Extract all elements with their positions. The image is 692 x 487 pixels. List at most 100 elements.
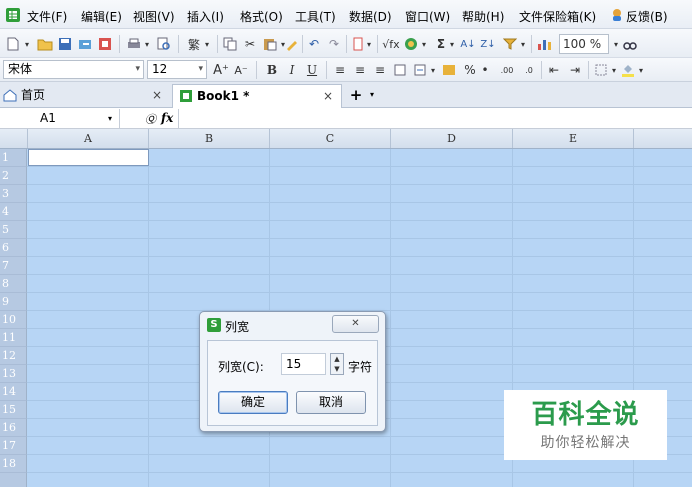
row-header[interactable]: 2 [0,167,27,185]
traditional-chinese-icon[interactable]: 繁 [186,35,202,53]
cut-icon[interactable]: ✂ [242,35,258,53]
row-header[interactable]: 1 [0,149,27,167]
menu-file-vault[interactable]: 文件保险箱(K) [519,8,596,25]
print-dropdown-icon[interactable]: ▾ [142,35,152,53]
menu-help[interactable]: 帮助(H) [462,8,504,25]
menu-file[interactable]: 文件(F) [27,8,67,25]
borders-dropdown-icon[interactable]: ▾ [609,61,619,79]
currency-dropdown-icon[interactable]: ▾ [419,35,429,53]
increase-indent-icon[interactable]: ⇥ [567,61,583,79]
dialog-close-button[interactable]: ✕ [332,315,379,333]
format-painter-icon[interactable] [284,35,300,53]
menu-feedback-icon[interactable] [610,8,624,22]
wrap-text-icon[interactable] [392,61,408,79]
row-header[interactable]: 8 [0,275,27,293]
chart-icon[interactable] [536,35,554,53]
italic-button[interactable]: I [284,61,300,79]
column-header-d[interactable]: D [391,129,513,148]
copy-icon[interactable] [222,35,238,53]
row-header[interactable]: 15 [0,401,27,419]
column-width-input[interactable]: 15 [281,353,326,375]
tab-home-close-icon[interactable]: × [152,84,162,106]
find-icon[interactable] [622,35,638,53]
select-all-corner[interactable] [0,129,28,148]
row-header[interactable]: 4 [0,203,27,221]
align-right-icon[interactable]: ≡ [372,61,388,79]
sort-descending-icon[interactable]: Z↓ [480,35,496,53]
fill-color-icon[interactable] [620,61,636,79]
row-header[interactable]: 7 [0,257,27,275]
menu-view[interactable]: 视图(V) [133,8,175,25]
formula-input[interactable] [178,109,692,128]
column-header-f[interactable] [634,129,692,148]
menu-tools[interactable]: 工具(T) [295,8,336,25]
open-folder-icon[interactable] [37,35,53,53]
new-file-icon[interactable] [6,35,20,53]
spinner-up-icon[interactable]: ▲ [331,354,343,364]
tab-book1-close-icon[interactable]: × [323,85,333,107]
menu-edit[interactable]: 编辑(E) [81,8,122,25]
align-center-icon[interactable]: ≡ [352,61,368,79]
spinner-down-icon[interactable]: ▼ [331,364,343,374]
new-dropdown-icon[interactable]: ▾ [22,35,32,53]
zoom-select[interactable]: 100 % [559,34,609,54]
row-header[interactable]: 9 [0,293,27,311]
row-header[interactable]: 10 [0,311,27,329]
menu-window[interactable]: 窗口(W) [405,8,450,25]
sort-ascending-icon[interactable]: A↓ [460,35,476,53]
decrease-indent-icon[interactable]: ⇤ [546,61,562,79]
paste-icon[interactable] [262,35,278,53]
menu-data[interactable]: 数据(D) [349,8,392,25]
menu-insert[interactable]: 插入(I) [187,8,224,25]
tab-book1[interactable]: Book1 * × [172,84,342,108]
font-size-select[interactable]: 12 ▾ [147,60,207,79]
bold-button[interactable]: B [264,61,280,79]
undo-icon[interactable]: ↶ [306,35,322,53]
row-header[interactable]: 5 [0,221,27,239]
zoom-dropdown-icon[interactable]: ▾ [611,35,621,53]
row-header[interactable]: 13 [0,365,27,383]
name-box[interactable]: A1 ▾ [0,109,120,128]
menu-feedback[interactable]: 反馈(B) [626,8,668,25]
cancel-button[interactable]: 取消 [296,391,366,414]
row-header[interactable]: 12 [0,347,27,365]
autosum-dropdown-icon[interactable]: ▾ [447,35,457,53]
new-tab-dropdown-icon[interactable]: ▾ [366,84,378,108]
font-size-dropdown-icon[interactable]: ▾ [198,61,203,78]
row-header[interactable]: 18 [0,455,27,473]
increase-font-icon[interactable]: A⁺ [213,61,229,79]
row-header[interactable]: 6 [0,239,27,257]
name-box-dropdown-icon[interactable]: ▾ [108,109,112,128]
row-header[interactable]: 3 [0,185,27,203]
column-width-spinner[interactable]: ▲ ▼ [330,353,344,375]
export-icon[interactable] [77,35,93,53]
zoom-formula-icon[interactable]: Ⓠ [145,111,156,127]
column-header-a[interactable]: A [28,129,149,148]
currency-format-icon[interactable] [441,61,457,79]
decrease-decimal-icon[interactable]: .0 [520,61,538,79]
pdf-icon[interactable] [97,35,113,53]
row-header[interactable]: 17 [0,437,27,455]
column-header-c[interactable]: C [270,129,391,148]
fill-color-dropdown-icon[interactable]: ▾ [636,61,646,79]
ok-button[interactable]: 确定 [218,391,288,414]
save-icon[interactable] [57,35,73,53]
row-header[interactable]: 14 [0,383,27,401]
menu-format[interactable]: 格式(O) [240,8,283,25]
fx-icon[interactable]: fx [161,111,173,125]
font-name-dropdown-icon[interactable]: ▾ [135,61,140,78]
filter-icon[interactable] [502,35,518,53]
thousands-separator-icon[interactable]: • [480,61,490,79]
increase-decimal-icon[interactable]: .00 [498,61,516,79]
insert-function-icon[interactable]: √fx [381,35,401,53]
currency-icon[interactable] [403,35,419,53]
underline-button[interactable]: U [304,61,320,79]
row-header[interactable]: 11 [0,329,27,347]
redo-icon[interactable]: ↷ [326,35,342,53]
merge-dropdown-icon[interactable]: ▾ [428,61,438,79]
new-tab-button[interactable]: + [346,84,366,108]
print-icon[interactable] [126,35,142,53]
column-header-e[interactable]: E [513,129,634,148]
column-header-b[interactable]: B [149,129,270,148]
align-left-icon[interactable]: ≡ [332,61,348,79]
